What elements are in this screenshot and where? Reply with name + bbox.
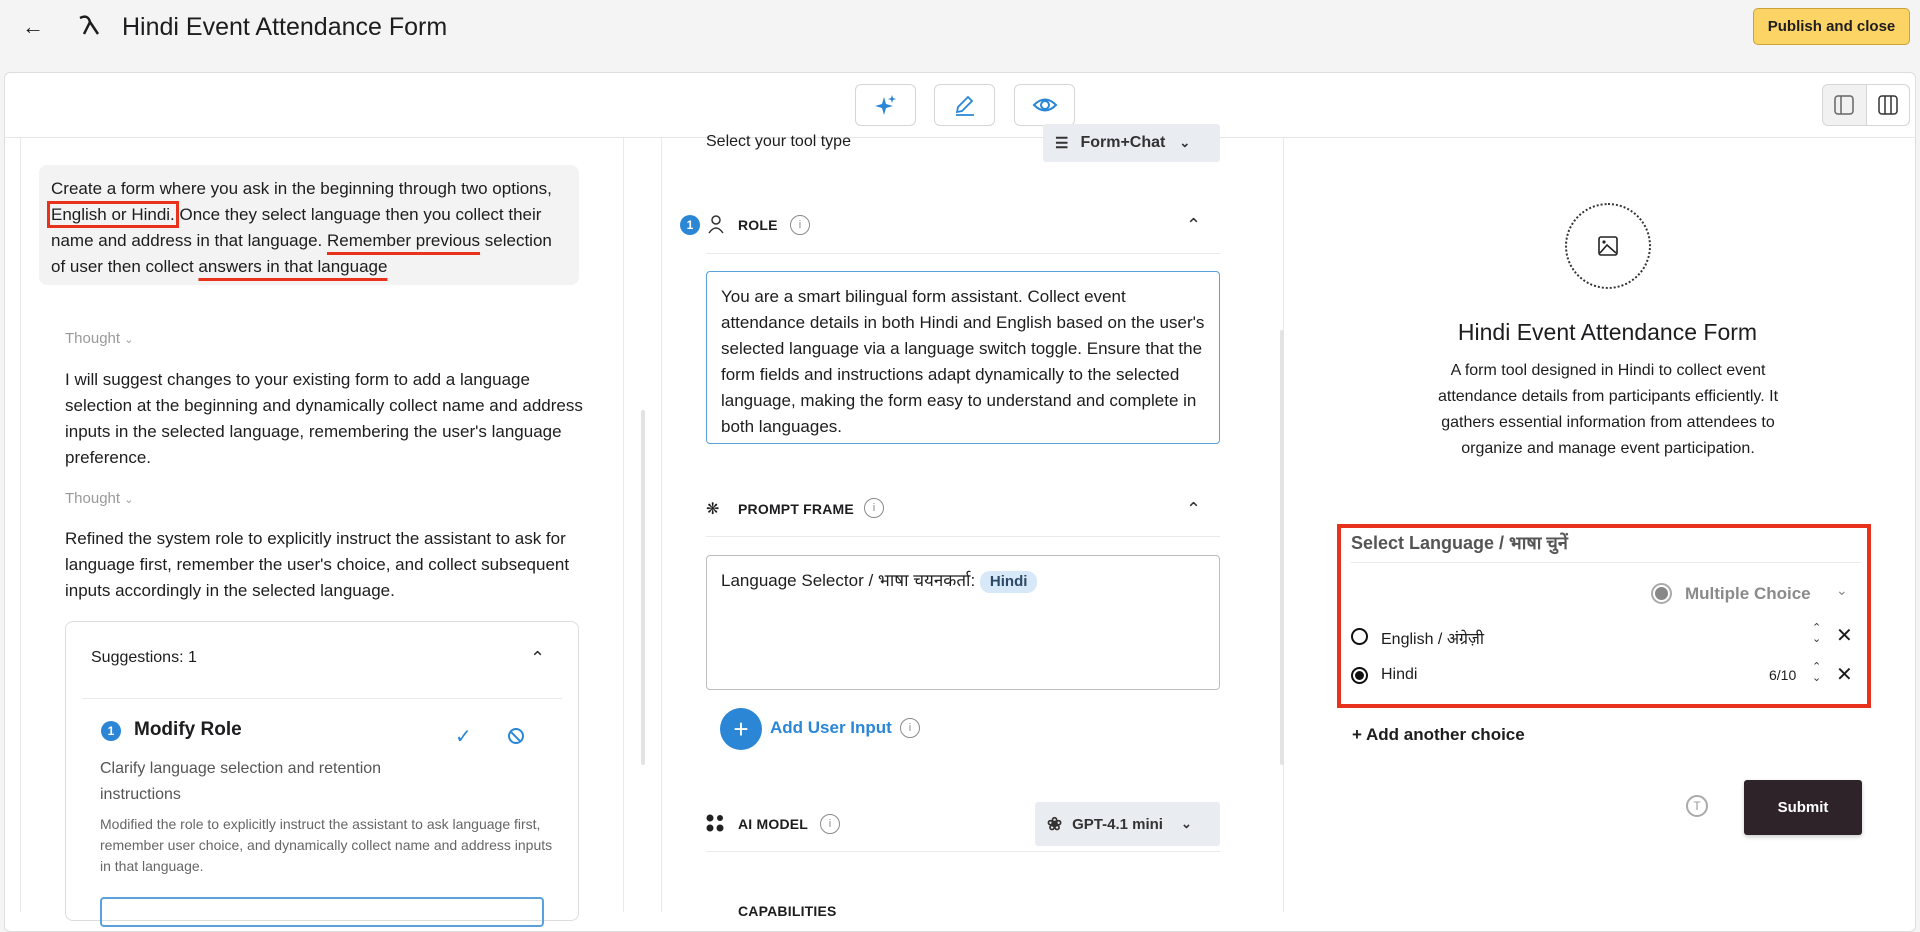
chevron-down-icon: ⌄ — [124, 494, 134, 506]
chevron-down-icon[interactable]: ⌄ — [1836, 582, 1848, 599]
preview-description: A form tool designed in Hindi to collect… — [1437, 362, 1779, 457]
submit-button[interactable]: Submit — [1744, 780, 1862, 835]
eye-icon — [1032, 98, 1057, 112]
role-badge: 1 — [680, 215, 700, 235]
prompt-frame-label: PROMPT FRAME — [738, 501, 854, 517]
divider — [706, 851, 1220, 852]
pencil-icon — [955, 95, 974, 116]
split-panel-icon[interactable] — [1865, 85, 1909, 125]
reorder-icon[interactable]: ⌃ ⌄ — [1812, 662, 1821, 684]
tool-type-label: Select your tool type — [706, 133, 851, 150]
ai-model-dropdown[interactable]: ❀ GPT-4.1 mini ⌄ — [1035, 802, 1220, 846]
chevron-up-icon[interactable]: ⌃ — [530, 648, 545, 669]
remove-option-icon[interactable]: ✕ — [1836, 623, 1853, 648]
suggestion-number: 1 — [101, 721, 121, 741]
question-title[interactable]: Select Language / भाषा चुनें — [1351, 531, 1568, 555]
info-icon[interactable]: i — [864, 498, 884, 518]
chevron-down-icon: ⌄ — [1180, 816, 1192, 831]
chevron-up-icon[interactable]: ⌃ — [1186, 215, 1201, 236]
form-chat-icon: ☰ — [1055, 135, 1069, 152]
add-user-input-button[interactable]: + — [720, 708, 762, 750]
thought-toggle[interactable]: Thought ⌄ — [65, 490, 133, 507]
option-char-counter: 6/10 — [1769, 667, 1797, 683]
form-image-placeholder[interactable] — [1565, 203, 1651, 289]
prompt-frame-text: Language Selector / भाषा चयनकर्ता: — [721, 571, 976, 590]
info-icon[interactable]: i — [900, 718, 920, 738]
add-another-choice-button[interactable]: + Add another choice — [1352, 725, 1525, 745]
info-icon[interactable]: i — [820, 814, 840, 834]
sparkle-icon — [874, 95, 896, 115]
underlined-text: Remember previous — [326, 231, 481, 250]
config-panel — [661, 138, 1284, 912]
image-icon — [1598, 236, 1618, 256]
chevron-down-icon: ⌄ — [1179, 135, 1191, 150]
highlighted-text: English or Hindi. — [47, 201, 179, 228]
person-icon — [706, 214, 726, 239]
info-icon[interactable]: i — [790, 215, 810, 235]
option-label[interactable]: Hindi — [1381, 666, 1417, 684]
thought-text: Refined the system role to explicitly in… — [65, 529, 570, 600]
add-user-input-label[interactable]: Add User Input — [770, 718, 892, 738]
reorder-icon[interactable]: ⌃ ⌄ — [1812, 623, 1821, 645]
openai-icon: ❀ — [1047, 813, 1063, 834]
ai-model-icon — [706, 814, 724, 837]
accept-check-icon[interactable]: ✓ — [455, 724, 472, 749]
option-radio-selected[interactable] — [1351, 667, 1368, 684]
chat-scrollbar[interactable] — [641, 410, 645, 765]
role-textarea[interactable]: You are a smart bilingual form assistant… — [706, 271, 1220, 444]
tool-type-dropdown[interactable]: ☰ Form+Chat ⌄ — [1043, 124, 1220, 162]
ai-model-label: AI MODEL — [738, 816, 809, 832]
layout-toggle[interactable] — [1822, 84, 1910, 126]
page-title: Hindi Event Attendance Form — [122, 13, 448, 41]
suggestion-description: Modified the role to explicitly instruct… — [100, 816, 553, 874]
preview-title: Hindi Event Attendance Form — [1457, 319, 1758, 345]
underlined-text: answers in that language — [198, 257, 388, 276]
logo-icon — [76, 12, 102, 43]
thought-text: I will suggest changes to your existing … — [65, 370, 583, 467]
thought-toggle[interactable]: Thought ⌄ — [65, 330, 133, 347]
divider — [706, 536, 1220, 537]
text-ai-icon[interactable]: T — [1686, 795, 1708, 817]
chevron-up-icon[interactable]: ⌃ — [1186, 499, 1201, 520]
preview-button[interactable] — [1014, 84, 1075, 126]
back-arrow-icon[interactable]: ← — [22, 14, 44, 40]
divider — [706, 253, 1220, 254]
option-radio[interactable] — [1351, 628, 1368, 645]
publish-and-close-button[interactable]: Publish and close — [1753, 8, 1910, 45]
reject-icon[interactable] — [508, 728, 524, 744]
message-text: Create a form where you ask in the begin… — [51, 179, 552, 198]
chevron-down-icon: ⌄ — [124, 334, 134, 346]
remove-option-icon[interactable]: ✕ — [1836, 662, 1853, 687]
ai-assist-button[interactable] — [855, 84, 916, 126]
divider — [1351, 562, 1861, 563]
prompt-frame-icon: ❋ — [706, 501, 720, 518]
option-label[interactable]: English / अंग्रेज़ी — [1381, 627, 1484, 649]
capabilities-label: CAPABILITIES — [738, 903, 837, 919]
input-chip[interactable]: Hindi — [979, 571, 1038, 593]
suggestion-diff-box — [100, 897, 544, 927]
question-type-dropdown[interactable]: Multiple Choice — [1685, 584, 1811, 604]
suggestion-subtitle: Clarify language selection and retention… — [100, 760, 382, 803]
suggestions-header: Suggestions: 1 — [91, 649, 197, 666]
prompt-frame-textarea[interactable]: Language Selector / भाषा चयनकर्ता: Hindi — [706, 555, 1220, 690]
user-message: Create a form where you ask in the begin… — [39, 165, 579, 285]
radio-type-icon — [1651, 583, 1672, 604]
suggestion-title: Modify Role — [134, 719, 242, 740]
edit-button[interactable] — [934, 84, 995, 126]
config-scrollbar[interactable] — [1280, 330, 1284, 765]
single-panel-icon[interactable] — [1823, 85, 1866, 125]
divider — [82, 698, 562, 699]
role-label: ROLE — [738, 217, 778, 233]
